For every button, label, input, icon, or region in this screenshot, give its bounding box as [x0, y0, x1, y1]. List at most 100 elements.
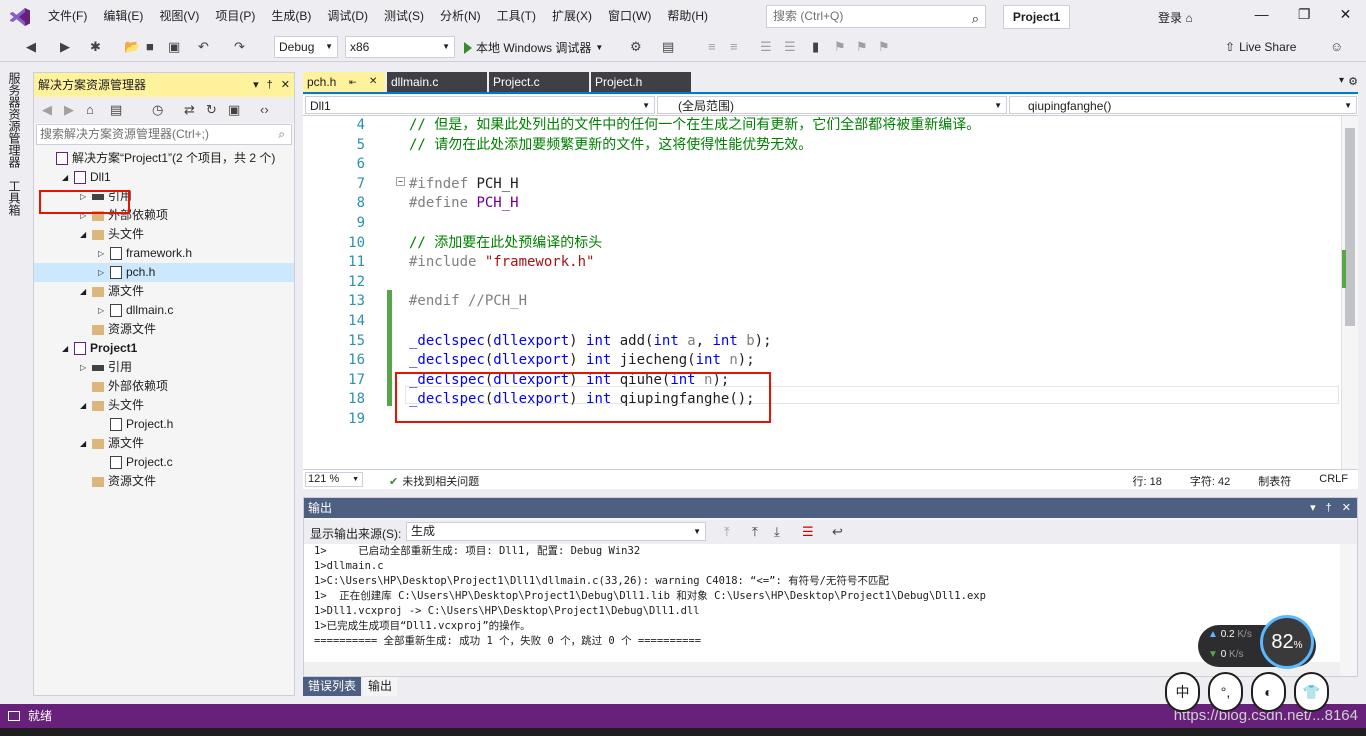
clear-bookmarks-icon[interactable]: ⚑	[878, 40, 890, 54]
menu-window[interactable]: 窗口(W)	[600, 0, 659, 33]
tree-item[interactable]: ◢ 头文件	[34, 396, 294, 415]
word-wrap-icon[interactable]: ↩	[832, 525, 843, 539]
tree-item[interactable]: Project.c	[34, 453, 294, 472]
tree-item[interactable]: ▷ pch.h	[34, 263, 294, 282]
collapse-all-icon[interactable]: ▣	[228, 103, 240, 117]
collapse-region-icon[interactable]: −	[396, 177, 405, 186]
live-share-button[interactable]: ⇧ Live Share	[1225, 40, 1296, 54]
pin-icon[interactable]: †	[267, 73, 273, 97]
start-debugging-button[interactable]: 本地 Windows 调试器 ▼	[464, 39, 603, 56]
editor-vertical-scrollbar[interactable]	[1341, 116, 1358, 469]
pending-changes-icon[interactable]: ◷	[152, 103, 163, 117]
tree-item[interactable]: 解决方案“Project1”(2 个项目，共 2 个)	[34, 149, 294, 168]
expanded-icon[interactable]: ◢	[80, 282, 86, 301]
menu-test[interactable]: 测试(S)	[376, 0, 432, 33]
tree-item[interactable]: 资源文件	[34, 320, 294, 339]
undo-icon[interactable]: ↶	[198, 40, 209, 54]
expanded-icon[interactable]: ◢	[62, 339, 68, 358]
tree-item[interactable]: ◢ Dll1	[34, 168, 294, 187]
tree-item[interactable]: ◢ 头文件	[34, 225, 294, 244]
minimize-icon[interactable]: —	[1255, 6, 1269, 23]
clear-all-icon[interactable]: ☰	[802, 525, 814, 539]
line-ending-indicator[interactable]: CRLF	[1319, 473, 1348, 489]
open-folder-icon[interactable]: 📂	[124, 40, 140, 54]
tree-item[interactable]: ◢ 源文件	[34, 282, 294, 301]
sign-in-button[interactable]: 登录 ⌂	[1158, 9, 1193, 26]
scrollbar-thumb[interactable]	[1345, 128, 1355, 326]
close-icon[interactable]: ✕	[369, 72, 377, 92]
tab-pch-h[interactable]: pch.h ⇤ ✕	[303, 72, 385, 92]
align-icon[interactable]: ≡	[708, 40, 716, 54]
expanded-icon[interactable]: ◢	[62, 168, 68, 187]
comment-icon[interactable]: ☰	[760, 40, 772, 54]
tab-list-dropdown-icon[interactable]: ▾	[1339, 75, 1344, 86]
find-next-icon[interactable]: ⤓	[774, 525, 780, 539]
tree-item[interactable]: ▷ 引用	[34, 358, 294, 377]
menu-help[interactable]: 帮助(H)	[659, 0, 716, 33]
tree-item[interactable]: 资源文件	[34, 472, 294, 491]
align-right-icon[interactable]: ≡	[730, 40, 738, 54]
member-dropdown[interactable]: qiupingfanghe() ▼	[1009, 96, 1357, 114]
server-explorer-tab[interactable]: 服务器资源管理器	[6, 72, 23, 168]
menu-view[interactable]: 视图(V)	[151, 0, 207, 33]
attach-icon[interactable]: ⚙	[630, 40, 642, 54]
menu-debug[interactable]: 调试(D)	[319, 0, 376, 33]
home-icon[interactable]: ⌂	[86, 103, 94, 117]
refresh-icon[interactable]: ↻	[206, 103, 217, 117]
menu-tools[interactable]: 工具(T)	[489, 0, 544, 33]
expanded-icon[interactable]: ◢	[80, 396, 86, 415]
issues-indicator[interactable]: ✔ 未找到相关问题	[389, 473, 479, 489]
tree-item[interactable]: ◢ Project1	[34, 339, 294, 358]
tab-output[interactable]: 输出	[363, 677, 398, 696]
uncomment-icon[interactable]: ☰	[784, 40, 796, 54]
feedback-icon[interactable]: ☺	[1330, 40, 1343, 54]
tab-dllmain-c[interactable]: dllmain.c	[387, 72, 487, 92]
next-bookmark-icon[interactable]: ⚑	[856, 40, 868, 54]
save-icon[interactable]: ■	[146, 40, 154, 54]
chevron-down-icon[interactable]: ▾	[1310, 498, 1316, 518]
prev-bookmark-icon[interactable]: ⚑	[834, 40, 846, 54]
sync-icon[interactable]: ⇄	[184, 103, 195, 117]
pin-icon[interactable]: †	[1326, 498, 1332, 518]
go-to-message-icon[interactable]: ⤒	[724, 525, 730, 539]
solution-search-input[interactable]: 搜索解决方案资源管理器(Ctrl+;) ⌕	[36, 124, 292, 145]
menu-file[interactable]: 文件(F)	[40, 0, 95, 33]
close-icon[interactable]: ✕	[281, 73, 290, 97]
tab-error-list[interactable]: 错误列表	[303, 677, 362, 696]
indent-indicator[interactable]: 制表符	[1258, 473, 1291, 489]
find-previous-icon[interactable]: ⤒	[752, 525, 758, 539]
expanded-icon[interactable]: ◢	[80, 225, 86, 244]
tree-item[interactable]: ▷ dllmain.c	[34, 301, 294, 320]
restore-icon[interactable]: ❐	[1298, 6, 1311, 23]
project-dropdown[interactable]: Dll1 ▼	[305, 96, 655, 114]
back-icon[interactable]: ◀	[42, 103, 52, 117]
toolbox-tab[interactable]: 工具箱	[6, 180, 23, 216]
configuration-dropdown[interactable]: Debug ▼	[274, 36, 338, 58]
output-source-dropdown[interactable]: 生成 ▼	[406, 522, 706, 541]
tree-item[interactable]: ▷ framework.h	[34, 244, 294, 263]
switch-views-icon[interactable]: ▤	[110, 103, 122, 117]
tab-project-h[interactable]: Project.h	[591, 72, 691, 92]
tree-item[interactable]: ◢ 源文件	[34, 434, 294, 453]
menu-build[interactable]: 生成(B)	[263, 0, 319, 33]
forward-icon[interactable]: ▶	[60, 40, 70, 54]
menu-analyze[interactable]: 分析(N)	[432, 0, 489, 33]
zoom-dropdown[interactable]: 121 % ▼	[305, 472, 363, 487]
expanded-icon[interactable]: ◢	[80, 434, 86, 453]
menu-edit[interactable]: 编辑(E)	[95, 0, 151, 33]
tree-item[interactable]: 外部依赖项	[34, 377, 294, 396]
chevron-down-icon[interactable]: ▾	[253, 73, 259, 97]
code-editor[interactable]: 4 5 6 7 8 9 10 11 12 13 14 15 16 17 18 19 − // 但是，如果此处列…	[303, 116, 1341, 469]
platform-dropdown[interactable]: x86 ▼	[345, 36, 455, 58]
tree-item[interactable]: Project.h	[34, 415, 294, 434]
collapsed-icon[interactable]: ▷	[98, 263, 104, 282]
save-all-icon[interactable]: ▣	[168, 40, 180, 54]
search-input[interactable]: 搜索 (Ctrl+Q) ⌕	[766, 5, 986, 28]
bookmark-icon[interactable]: ▮	[812, 40, 819, 54]
tab-project-c[interactable]: Project.c	[489, 72, 589, 92]
back-icon[interactable]: ◀	[26, 40, 36, 54]
scope-dropdown[interactable]: (全局范围) ▼	[657, 96, 1007, 114]
settings-icon[interactable]: ⚙	[1348, 75, 1358, 88]
code-view-icon[interactable]: ‹›	[260, 103, 269, 117]
screenshot-icon[interactable]: ▤	[662, 40, 674, 54]
